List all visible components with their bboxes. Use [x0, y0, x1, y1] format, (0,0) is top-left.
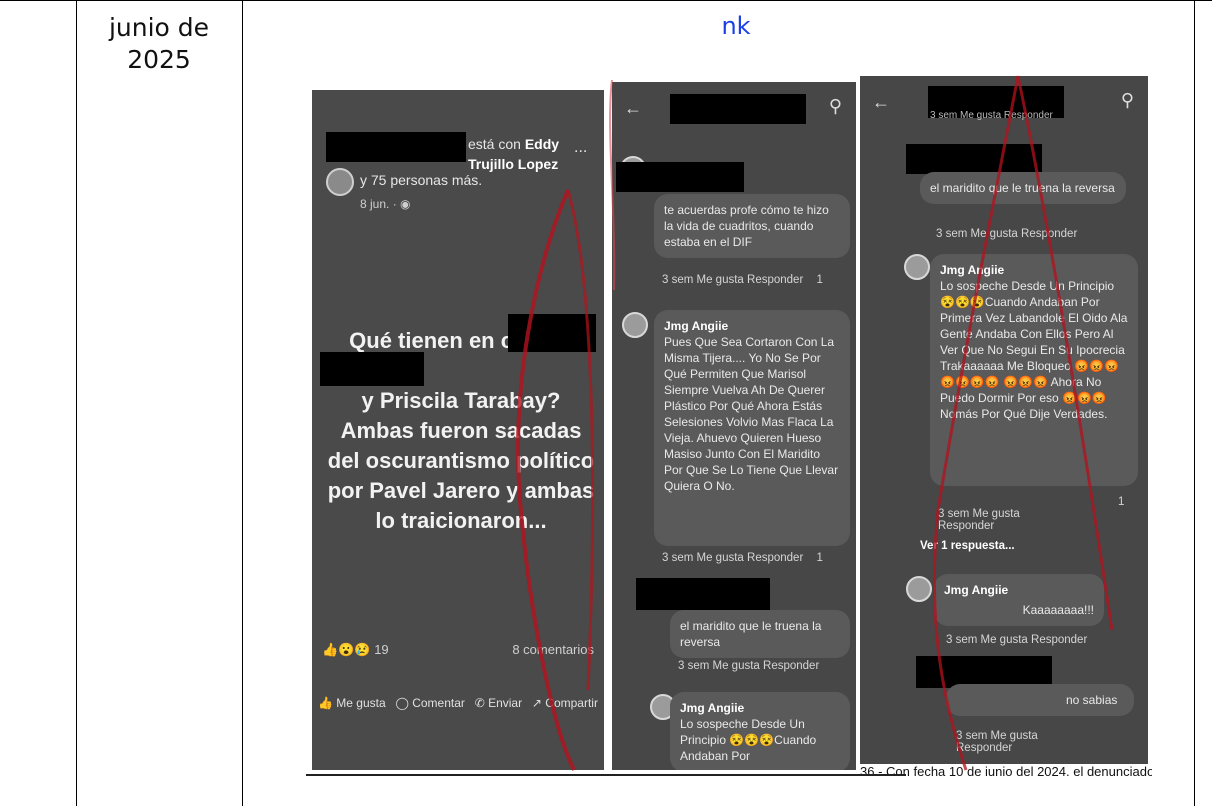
share-label: Compartir: [545, 696, 598, 710]
commenter-name[interactable]: Jmg Angiie: [940, 262, 1128, 278]
reactions-icon[interactable]: 👍😮😢: [322, 642, 371, 657]
comment-text: Pues Que Sea Cortaron Con La Misma Tijer…: [664, 335, 839, 493]
table-border: [242, 0, 243, 806]
comment-meta-text: 3 sem Me gusta Responder: [662, 552, 804, 564]
redaction-box: [508, 314, 596, 352]
commenter-name[interactable]: Jmg Angiie: [944, 582, 1094, 598]
post-screen: está con Eddy Trujillo Lopez y 75 person…: [312, 90, 604, 770]
comment-text: te acuerdas profe cómo te hizo la vida d…: [664, 203, 829, 249]
redaction-box: [636, 578, 770, 610]
comment-bubble: Jmg Angiie Lo sospeche Desde Un Principi…: [670, 692, 850, 770]
back-arrow-icon[interactable]: ←: [872, 92, 890, 113]
globe-icon: ◉: [400, 197, 411, 211]
comment-meta[interactable]: 3 sem Me gusta Responder: [936, 228, 1077, 240]
table-border: [76, 0, 77, 806]
comment-text: no sabias: [1066, 693, 1118, 707]
top-bar: ← ⚲ 3 sem Me gusta Responder: [860, 76, 1148, 124]
underline: [306, 774, 906, 776]
table-border: [0, 0, 1212, 1]
post-time: 8 jun. · ◉: [360, 194, 560, 214]
comment-meta-text: 3 sem Me gusta Responder: [936, 228, 1078, 240]
share-button[interactable]: ↗ Compartir: [532, 696, 598, 710]
commenter-name[interactable]: Jmg Angiie: [680, 700, 840, 716]
send-button[interactable]: ✆ Enviar: [475, 696, 522, 710]
comment-meta-text: 3 sem Me gusta Responder: [946, 634, 1088, 646]
comment-text: el maridito que le truena la reversa: [930, 181, 1115, 195]
comment-text: Lo sospeche Desde Un Principio 😵😵😵Cuando…: [680, 717, 817, 763]
comment-meta-text: 3 sem Me gusta Responder: [956, 730, 1038, 754]
comment-button[interactable]: ◯ Comentar: [395, 696, 464, 710]
reaction-count[interactable]: 1: [1118, 496, 1124, 508]
comment-text: el maridito que le truena la reversa: [680, 619, 822, 649]
redaction-box: [326, 132, 466, 162]
comments-screen-middle: ← ⚲ te acuerdas profe cómo te hizo la vi…: [612, 82, 856, 770]
redaction-box: [616, 162, 744, 192]
comment-meta[interactable]: 3 sem Me gusta Responder: [956, 718, 1038, 754]
more-options-icon[interactable]: ...: [574, 138, 594, 158]
comments-screen-right: ← ⚲ 3 sem Me gusta Responder el maridito…: [860, 76, 1148, 764]
comment-text: Lo sospeche Desde Un Principio 😵😵😵Cuando…: [940, 279, 1128, 421]
more-options-text: ...: [574, 139, 588, 156]
view-replies-text: Ver 1 respuesta...: [920, 540, 1015, 552]
redaction-box: [670, 94, 806, 124]
comment-meta[interactable]: 3 sem Me gusta Responder 1: [662, 274, 823, 286]
reaction-count[interactable]: 1: [816, 552, 822, 564]
comment-meta[interactable]: 3 sem Me gusta Responder: [930, 110, 1053, 121]
redaction-box: [320, 352, 424, 386]
comment-meta[interactable]: 3 sem Me gusta Responder: [946, 634, 1087, 646]
send-label: Enviar: [488, 696, 523, 710]
redaction-box: [906, 144, 1042, 174]
comment-bubble: no sabias: [946, 684, 1134, 716]
comment-bubble: te acuerdas profe cómo te hizo la vida d…: [654, 194, 850, 258]
post-time-text: 8 jun. ·: [360, 197, 401, 211]
comment-meta[interactable]: 3 sem Me gusta Responder 1: [662, 552, 823, 564]
reactions-count[interactable]: 19: [374, 642, 388, 657]
comment-bubble: el maridito que le truena la reversa: [670, 610, 850, 658]
back-arrow-icon[interactable]: ←: [624, 98, 642, 119]
comment-meta-text: 3 sem Me gusta Responder: [678, 660, 820, 672]
date-cell: junio de 2025: [76, 12, 242, 76]
search-icon[interactable]: ⚲: [1121, 90, 1134, 111]
comment-text: Kaaaaaaaa!!!: [1022, 603, 1094, 617]
avatar[interactable]: [622, 312, 648, 338]
table-border: [1194, 0, 1195, 806]
comment-meta[interactable]: 3 sem Me gusta Responder 1: [938, 496, 1124, 544]
comment-meta-text: 3 sem Me gusta Responder: [930, 110, 1053, 121]
post-stats: 👍😮😢 19 8 comentarios: [322, 642, 594, 658]
comment-label: Comentar: [412, 696, 465, 710]
commenter-name[interactable]: Jmg Angiie: [664, 318, 840, 334]
comment-meta-text: 3 sem Me gusta Responder: [938, 508, 1020, 532]
view-replies-link[interactable]: Ver 1 respuesta...: [920, 540, 1015, 552]
comment-bubble: Jmg Angiie Lo sospeche Desde Un Principi…: [930, 254, 1138, 486]
reaction-count[interactable]: 1: [816, 274, 822, 286]
top-bar: ← ⚲: [612, 82, 856, 130]
avatar[interactable]: [326, 168, 354, 196]
comment-bubble: el maridito que le truena la reversa: [920, 172, 1126, 204]
comment-meta-text: 3 sem Me gusta Responder: [662, 274, 804, 286]
avatar[interactable]: [904, 254, 930, 280]
search-icon[interactable]: ⚲: [829, 96, 842, 117]
link-text[interactable]: nk: [700, 12, 772, 40]
tagged-rest: y 75 personas más.: [360, 172, 483, 188]
avatar[interactable]: [906, 576, 932, 602]
post-header-tail: está con: [468, 136, 521, 152]
evidence-table: junio de 2025 nk está con Eddy Trujillo …: [0, 0, 1212, 806]
comments-count[interactable]: 8 comentarios: [512, 642, 594, 657]
post-header-rest: y 75 personas más.: [360, 170, 600, 190]
like-label: Me gusta: [336, 696, 386, 710]
comment-bubble: Jmg Angiie Pues Que Sea Cortaron Con La …: [654, 310, 850, 546]
comment-meta[interactable]: 3 sem Me gusta Responder: [678, 660, 819, 672]
comment-bubble: Jmg Angiie Kaaaaaaaa!!!: [934, 574, 1104, 626]
screenshot-scan: está con Eddy Trujillo Lopez y 75 person…: [306, 70, 1152, 776]
date-text: junio de 2025: [108, 13, 210, 74]
like-button[interactable]: 👍 Me gusta: [318, 696, 386, 710]
post-actions: 👍 Me gusta ◯ Comentar ✆ Enviar ↗ Compart…: [318, 696, 598, 710]
